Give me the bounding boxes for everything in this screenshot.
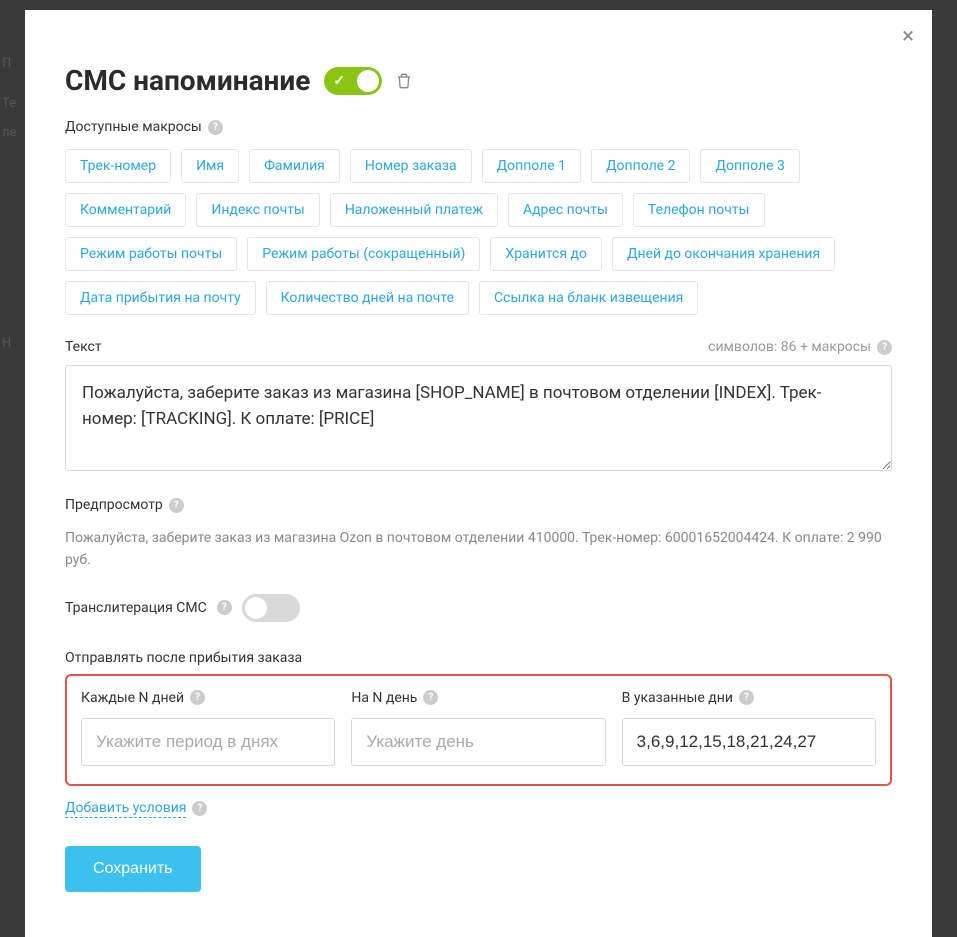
macro-chip[interactable]: Имя <box>181 149 239 183</box>
toggle-knob <box>245 597 267 619</box>
on-n-label: На N день <box>351 690 417 706</box>
sms-reminder-modal: × СМС напоминание ✓ Доступные макросы ? … <box>25 10 932 937</box>
macro-chip[interactable]: Адрес почты <box>508 193 623 227</box>
macro-chip[interactable]: Хранится до <box>490 237 602 271</box>
macro-chip[interactable]: Номер заказа <box>350 149 472 183</box>
toggle-knob <box>357 70 379 92</box>
translit-label: Транслитерация СМС <box>65 600 207 616</box>
macro-chip[interactable]: Допполе 2 <box>591 149 690 183</box>
help-icon[interactable]: ? <box>208 120 223 135</box>
preview-label-row: Предпросмотр ? <box>65 497 892 513</box>
field-label: В указанные дни ? <box>622 690 876 706</box>
transliteration-row: Транслитерация СМС ? <box>65 594 892 622</box>
sms-text-input[interactable] <box>65 365 892 471</box>
add-conditions-row: Добавить условия ? <box>65 800 892 818</box>
save-button[interactable]: Сохранить <box>65 846 201 892</box>
macro-chip[interactable]: Допполе 1 <box>482 149 581 183</box>
help-icon[interactable]: ? <box>192 801 207 816</box>
on-n-input[interactable] <box>351 718 605 766</box>
modal-header: СМС напоминание ✓ <box>65 64 892 97</box>
text-header-row: Текст символов: 86 + макросы ? <box>65 339 892 355</box>
field-label: Каждые N дней ? <box>81 690 335 706</box>
macro-chip[interactable]: Количество дней на почте <box>266 281 469 315</box>
preview-text: Пожалуйста, заберите заказ из магазина O… <box>65 527 892 572</box>
field-label: На N день ? <box>351 690 605 706</box>
help-icon[interactable]: ? <box>217 600 232 615</box>
macro-chip[interactable]: Телефон почты <box>633 193 765 227</box>
help-icon[interactable]: ? <box>190 690 205 705</box>
macros-list: Трек-номер Имя Фамилия Номер заказа Допп… <box>65 149 892 315</box>
background-page-text: Н <box>0 330 11 359</box>
translit-toggle[interactable] <box>242 594 300 622</box>
help-icon[interactable]: ? <box>423 690 438 705</box>
macro-chip[interactable]: Фамилия <box>249 149 340 183</box>
macro-chip[interactable]: Режим работы (сокращенный) <box>247 237 480 271</box>
preview-section: Предпросмотр ? Пожалуйста, заберите зака… <box>65 497 892 572</box>
char-counter-text: символов: 86 + макросы <box>708 339 871 355</box>
macro-chip[interactable]: Дата прибытия на почту <box>65 281 256 315</box>
check-icon: ✓ <box>333 73 345 89</box>
text-label: Текст <box>65 339 102 355</box>
macro-chip[interactable]: Индекс почты <box>196 193 319 227</box>
every-n-days-field: Каждые N дней ? <box>81 690 335 766</box>
macro-chip[interactable]: Режим работы почты <box>65 237 237 271</box>
macros-section-label: Доступные макросы ? <box>65 119 892 135</box>
macro-chip[interactable]: Допполе 3 <box>700 149 799 183</box>
macros-label-text: Доступные макросы <box>65 119 202 135</box>
on-n-day-field: На N день ? <box>351 690 605 766</box>
specific-days-input[interactable] <box>622 718 876 766</box>
macro-chip[interactable]: Дней до окончания хранения <box>612 237 835 271</box>
specific-days-label: В указанные дни <box>622 690 733 706</box>
trash-icon[interactable] <box>396 72 412 90</box>
background-page-text: Теле <box>0 90 16 147</box>
char-counter: символов: 86 + макросы ? <box>708 339 892 355</box>
schedule-fields-box: Каждые N дней ? На N день ? В указанные … <box>65 674 892 786</box>
close-icon[interactable]: × <box>902 26 914 48</box>
specific-days-field: В указанные дни ? <box>622 690 876 766</box>
help-icon[interactable]: ? <box>739 690 754 705</box>
macro-chip[interactable]: Наложенный платеж <box>330 193 498 227</box>
preview-label: Предпросмотр <box>65 497 163 513</box>
send-after-label: Отправлять после прибытия заказа <box>65 650 892 666</box>
enable-toggle[interactable]: ✓ <box>324 67 382 95</box>
add-conditions-link[interactable]: Добавить условия <box>65 800 186 818</box>
background-page-text: П <box>0 50 11 79</box>
macro-chip[interactable]: Ссылка на бланк извещения <box>479 281 698 315</box>
macro-chip[interactable]: Трек-номер <box>65 149 171 183</box>
modal-title: СМС напоминание <box>65 64 310 97</box>
macro-chip[interactable]: Комментарий <box>65 193 186 227</box>
help-icon[interactable]: ? <box>877 340 892 355</box>
help-icon[interactable]: ? <box>169 498 184 513</box>
every-n-label: Каждые N дней <box>81 690 184 706</box>
every-n-input[interactable] <box>81 718 335 766</box>
